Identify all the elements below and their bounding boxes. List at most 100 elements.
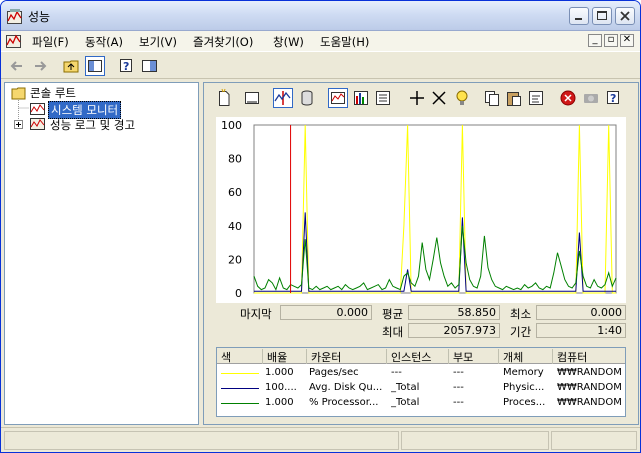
parent-cell: ---	[453, 397, 464, 408]
counter-row[interactable]: 1.000 % Processor... _Total --- Proces..…	[217, 396, 625, 411]
status-segment-main	[4, 431, 399, 450]
status-segment-3	[551, 431, 637, 450]
mdi-close-button[interactable]: ✕	[620, 34, 634, 47]
tree-item-console-root[interactable]: 콘솔 루트	[30, 85, 76, 101]
highlight-button[interactable]	[452, 88, 472, 108]
show-hide-tree-button[interactable]	[85, 56, 105, 76]
copy-properties-button[interactable]	[482, 88, 502, 108]
help-icon: ?	[607, 91, 619, 105]
view-histogram-button[interactable]	[351, 88, 371, 108]
column-computer[interactable]: 컴퓨터	[553, 349, 625, 364]
performance-app-icon	[7, 9, 22, 24]
computer-cell: ₩₩RANDOM	[557, 397, 622, 408]
scale-cell: 1.000	[265, 367, 294, 378]
close-button[interactable]	[615, 7, 635, 25]
forward-button[interactable]	[30, 56, 50, 76]
color-swatch	[221, 403, 259, 404]
mdi-restore-button[interactable]: ▫	[604, 34, 618, 47]
mmc-system-menu-icon[interactable]	[6, 33, 22, 49]
close-icon	[620, 11, 630, 21]
paste-icon	[507, 92, 521, 106]
counter-row[interactable]: 1.000 Pages/sec --- --- Memory ₩₩RANDOM	[217, 366, 625, 381]
back-button[interactable]	[7, 56, 27, 76]
histogram-icon	[354, 91, 368, 105]
column-parent[interactable]: 부모	[449, 349, 499, 364]
clear-display-icon	[245, 92, 259, 104]
status-bar	[1, 427, 640, 452]
y-tick-label: 0	[235, 287, 242, 300]
y-tick-label: 20	[228, 253, 242, 266]
update-data-button[interactable]	[581, 88, 601, 108]
new-counter-set-button[interactable]	[214, 88, 234, 108]
minimize-button[interactable]	[569, 7, 589, 25]
counter-list[interactable]: 색 배율 카운터 인스턴스 부모 개체 컴퓨터 1.000 Pages/sec …	[216, 347, 626, 417]
y-tick-label: 100	[221, 119, 242, 132]
menu-favorites[interactable]: 즐겨찾기(O)	[193, 34, 253, 50]
instance-cell: ---	[391, 367, 402, 378]
computer-cell: ₩₩RANDOM	[557, 367, 622, 378]
graph-view-icon	[331, 92, 345, 104]
maximum-value: 2057.973	[408, 323, 500, 338]
action-pane-icon	[142, 60, 157, 72]
add-counter-button[interactable]	[407, 88, 427, 108]
paste-counter-list-button[interactable]	[504, 88, 524, 108]
show-hide-action-pane-button[interactable]	[140, 56, 160, 76]
up-one-level-button[interactable]	[62, 56, 82, 76]
delete-x-icon	[432, 91, 446, 105]
performance-graph: 100 80 60 40 20 0	[216, 117, 626, 303]
tree-item-performance-logs-alerts[interactable]: 성능 로그 및 경고	[50, 117, 135, 133]
delete-counter-button[interactable]	[429, 88, 449, 108]
column-scale[interactable]: 배율	[263, 349, 307, 364]
object-cell: Proces...	[503, 397, 546, 408]
monitor-help-button[interactable]: ?	[604, 88, 624, 108]
parent-cell: ---	[453, 382, 464, 393]
view-current-activity-button[interactable]	[273, 88, 293, 108]
mdi-minimize-button[interactable]: _	[588, 34, 602, 47]
parent-cell: ---	[453, 367, 464, 378]
maximize-icon	[597, 11, 607, 20]
menu-window[interactable]: 창(W)	[273, 34, 304, 50]
report-icon	[376, 91, 390, 105]
scale-cell: 1.000	[265, 397, 294, 408]
menu-bar: 파일(F) 동작(A) 보기(V) 즐겨찾기(O) 창(W) 도움말(H) _ …	[1, 31, 640, 51]
back-arrow-icon	[10, 61, 22, 71]
maximize-button[interactable]	[592, 7, 612, 25]
clear-display-button[interactable]	[242, 88, 262, 108]
performance-window: 성능 파일(F) 동작(A) 보기(V) 즐겨찾기(O) 창(W) 도움말(H)…	[0, 0, 641, 453]
view-report-button[interactable]	[373, 88, 393, 108]
help-icon: ?	[120, 59, 132, 73]
menu-help[interactable]: 도움말(H)	[320, 34, 369, 50]
view-graph-button[interactable]	[328, 88, 348, 108]
average-label: 평균	[382, 307, 404, 321]
status-segment-2	[401, 431, 549, 450]
system-monitor-pane: ? 100 80 60 40 20 0 마지막 0.000 평균 58.850 최소 0.…	[203, 82, 639, 425]
last-value: 0.000	[280, 305, 372, 320]
properties-button[interactable]	[526, 88, 546, 108]
main-toolbar: ?	[1, 51, 640, 79]
help-button[interactable]: ?	[117, 56, 137, 76]
counter-row[interactable]: 100.... Avg. Disk Qu... _Total --- Physi…	[217, 381, 625, 396]
average-value: 58.850	[408, 305, 500, 320]
title-bar[interactable]: 성능	[1, 1, 640, 31]
object-cell: Physic...	[503, 382, 545, 393]
folder-icon	[11, 87, 26, 100]
performance-logs-icon	[30, 118, 45, 130]
menu-file[interactable]: 파일(F)	[32, 34, 69, 50]
column-counter[interactable]: 카운터	[307, 349, 387, 364]
menu-action[interactable]: 동작(A)	[85, 34, 123, 50]
freeze-display-button[interactable]	[558, 88, 578, 108]
folder-up-icon	[63, 60, 79, 73]
counter-cell: Avg. Disk Qu...	[309, 382, 383, 393]
current-activity-icon	[274, 91, 291, 105]
column-object[interactable]: 개체	[499, 349, 553, 364]
menu-view[interactable]: 보기(V)	[139, 34, 177, 50]
database-icon	[301, 90, 313, 106]
column-instance[interactable]: 인스턴스	[387, 349, 449, 364]
window-title: 성능	[28, 10, 51, 24]
view-log-data-button[interactable]	[297, 88, 317, 108]
column-color[interactable]: 색	[217, 349, 263, 364]
copy-icon	[485, 91, 499, 106]
expand-icon[interactable]	[14, 120, 23, 129]
counter-cell: Pages/sec	[309, 367, 359, 378]
value-bar: 마지막 0.000 평균 58.850 최소 0.000 최대 2057.973…	[216, 303, 626, 341]
